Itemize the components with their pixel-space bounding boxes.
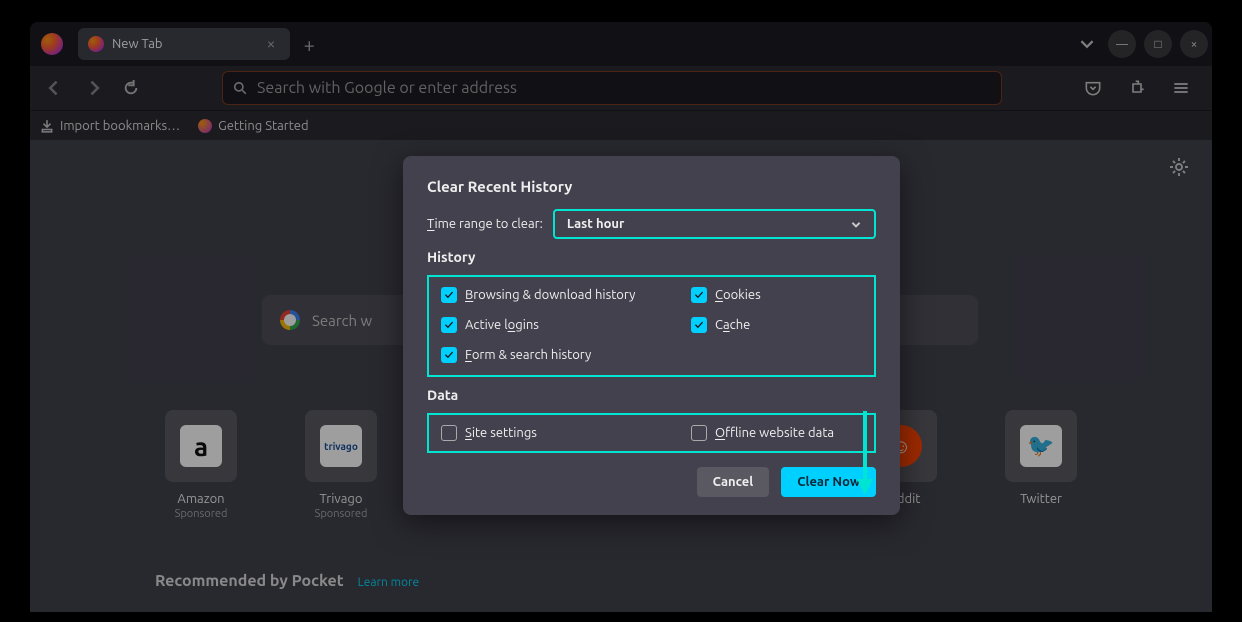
clear-now-button[interactable]: Clear Now xyxy=(781,467,876,497)
time-range-select[interactable]: Last hour xyxy=(553,209,876,239)
checkbox-form-history[interactable]: ✓Form & search history xyxy=(441,347,691,363)
cancel-button[interactable]: Cancel xyxy=(697,467,770,497)
checkbox-offline-data[interactable]: Offline website data xyxy=(691,425,862,441)
history-section: ✓Browsing & download history ✓Cookies ✓A… xyxy=(427,275,876,377)
history-section-heading: History xyxy=(427,249,876,265)
checkbox-site-settings[interactable]: Site settings xyxy=(441,425,691,441)
checkbox-browsing-history[interactable]: ✓Browsing & download history xyxy=(441,287,691,303)
clear-history-dialog: Clear Recent History Time range to clear… xyxy=(403,156,900,515)
time-range-label: Time range to clear: xyxy=(427,217,543,231)
dialog-title: Clear Recent History xyxy=(427,178,876,195)
checkbox-cache[interactable]: ✓Cache xyxy=(691,317,862,333)
checkbox-cookies[interactable]: ✓Cookies xyxy=(691,287,862,303)
checkbox-active-logins[interactable]: ✓Active logins xyxy=(441,317,691,333)
chevron-down-icon xyxy=(850,218,862,230)
data-section: Site settings Offline website data xyxy=(427,413,876,453)
data-section-heading: Data xyxy=(427,387,876,403)
